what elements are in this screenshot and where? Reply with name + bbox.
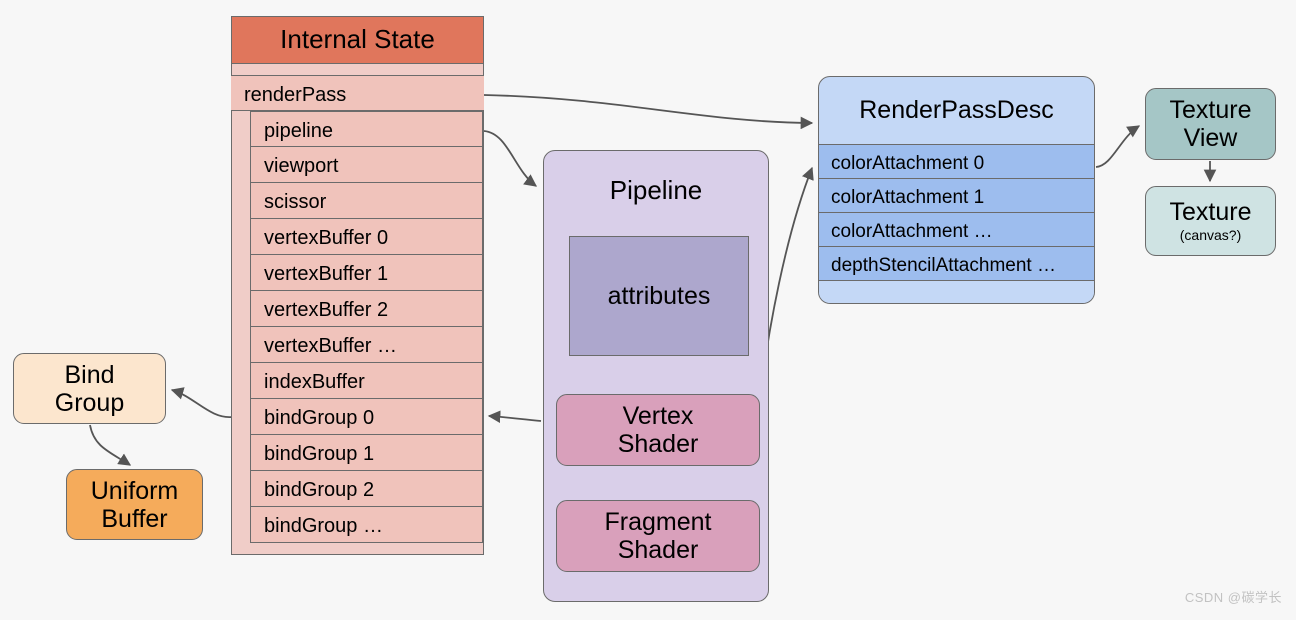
row-depthstencilattachment-more[interactable]: depthStencilAttachment …: [819, 246, 1094, 280]
fragment-shader-line1: Fragment: [604, 508, 712, 536]
internal-state-spacer: [232, 64, 483, 75]
arrow-vertexshader-to-bindgroup0: [487, 410, 542, 423]
texture-box[interactable]: Texture (canvas?): [1145, 186, 1276, 256]
row-bindgroup-1[interactable]: bindGroup 1: [250, 435, 483, 472]
row-bindgroup-0[interactable]: bindGroup 0: [250, 399, 483, 436]
row-vertexbuffer-2[interactable]: vertexBuffer 2: [250, 291, 483, 328]
texture-view-line1: Texture: [1169, 96, 1252, 124]
renderpassdesc-box[interactable]: RenderPassDesc colorAttachment 0 colorAt…: [818, 76, 1095, 304]
row-colorattachment-more[interactable]: colorAttachment …: [819, 212, 1094, 246]
texture-view-line2: View: [1183, 124, 1238, 152]
fragment-shader-box[interactable]: Fragment Shader: [556, 500, 760, 572]
uniform-buffer-box[interactable]: Uniform Buffer: [66, 469, 203, 540]
row-indexbuffer[interactable]: indexBuffer: [250, 363, 483, 400]
arrow-bindgroup-to-uniformbuffer: [89, 424, 132, 466]
renderpassdesc-footer: [819, 280, 1094, 303]
texture-label: Texture: [1169, 197, 1252, 226]
vertex-shader-line2: Shader: [617, 430, 699, 458]
uniform-buffer-line2: Buffer: [101, 504, 168, 533]
vertex-shader-box[interactable]: Vertex Shader: [556, 394, 760, 466]
arrow-renderpass-to-renderpassdesc: [483, 94, 814, 130]
row-bindgroup-2[interactable]: bindGroup 2: [250, 471, 483, 508]
vertex-shader-line1: Vertex: [622, 402, 694, 430]
internal-state-box[interactable]: Internal State renderPass pipeline viewp…: [231, 16, 484, 556]
row-colorattachment-0[interactable]: colorAttachment 0: [819, 144, 1094, 178]
row-scissor[interactable]: scissor: [250, 183, 483, 220]
internal-state-title: Internal State: [232, 17, 483, 65]
bind-group-line1: Bind: [64, 360, 115, 389]
attributes-box[interactable]: attributes: [569, 236, 749, 356]
row-viewport[interactable]: viewport: [250, 147, 483, 184]
watermark: CSDN @碳学长: [1184, 590, 1282, 605]
row-renderpass[interactable]: renderPass: [231, 75, 484, 112]
bind-group-box[interactable]: Bind Group: [13, 353, 166, 424]
row-bindgroup-more[interactable]: bindGroup …: [250, 507, 483, 544]
pipeline-title: Pipeline: [609, 175, 703, 205]
row-vertexbuffer-1[interactable]: vertexBuffer 1: [250, 255, 483, 292]
arrow-colorattachment0-to-textureview: [1095, 125, 1141, 168]
row-pipeline[interactable]: pipeline: [250, 111, 483, 148]
uniform-buffer-line1: Uniform: [90, 476, 179, 505]
arrow-bindgroup0-row-to-bindgroup: [170, 387, 233, 418]
internal-state-bottom-spacer: [232, 543, 483, 554]
row-colorattachment-1[interactable]: colorAttachment 1: [819, 178, 1094, 212]
pipeline-box[interactable]: Pipeline attributes Vertex Shader Fragme…: [543, 150, 769, 602]
internal-state-sub-rows: pipeline viewport scissor vertexBuffer 0…: [250, 111, 483, 544]
renderpassdesc-title: RenderPassDesc: [859, 96, 1054, 124]
texture-note: (canvas?): [1179, 227, 1242, 244]
fragment-shader-line2: Shader: [617, 536, 699, 564]
row-vertexbuffer-0[interactable]: vertexBuffer 0: [250, 219, 483, 256]
row-vertexbuffer-more[interactable]: vertexBuffer …: [250, 327, 483, 364]
bind-group-line2: Group: [54, 388, 125, 417]
arrow-pipeline-row-to-pipeline: [483, 130, 538, 187]
texture-view-box[interactable]: Texture View: [1145, 88, 1276, 160]
